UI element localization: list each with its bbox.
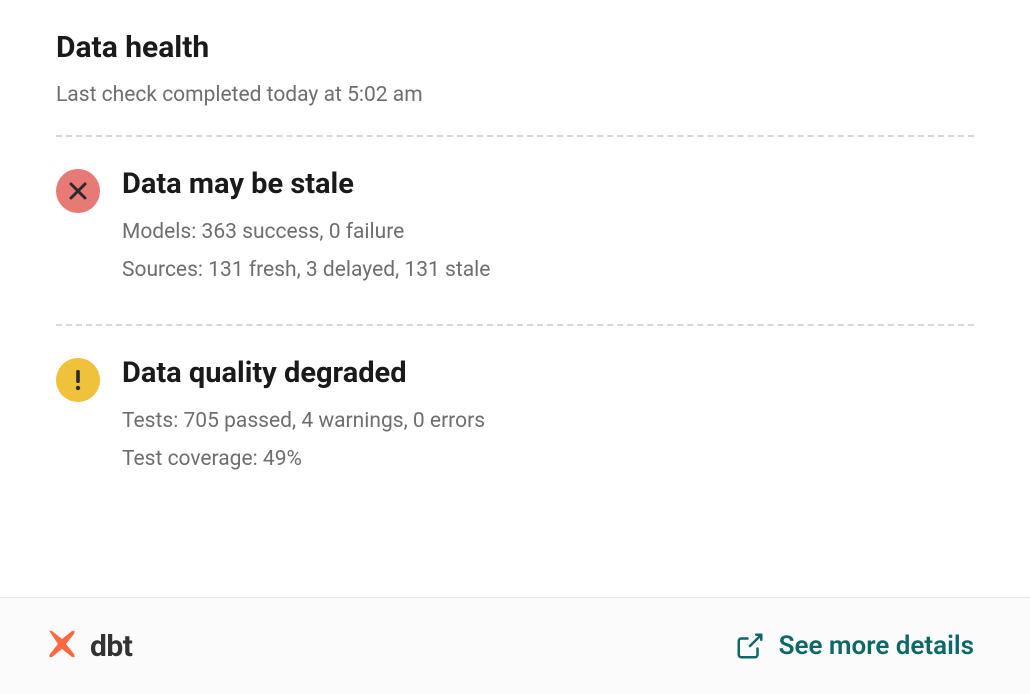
freshness-sources-line: Sources: 131 fresh, 3 delayed, 131 stale (122, 258, 974, 282)
card-content: Data health Last check completed today a… (0, 0, 1030, 597)
card-footer: dbt See more details (0, 597, 1030, 694)
quality-section: Data quality degraded Tests: 705 passed,… (56, 326, 974, 513)
see-more-label: See more details (779, 631, 974, 661)
external-link-icon (735, 631, 765, 661)
brand: dbt (44, 626, 132, 666)
freshness-title: Data may be stale (122, 167, 974, 202)
freshness-body: Data may be stale Models: 363 success, 0… (122, 167, 974, 296)
quality-body: Data quality degraded Tests: 705 passed,… (122, 356, 974, 485)
freshness-models-line: Models: 363 success, 0 failure (122, 220, 974, 244)
data-health-card: Data health Last check completed today a… (0, 0, 1030, 694)
see-more-details-link[interactable]: See more details (735, 631, 974, 661)
freshness-section: Data may be stale Models: 363 success, 0… (56, 137, 974, 324)
warning-icon (56, 358, 100, 402)
dbt-logo-icon (44, 626, 80, 666)
quality-coverage-line: Test coverage: 49% (122, 447, 974, 471)
error-icon (56, 169, 100, 213)
quality-title: Data quality degraded (122, 356, 974, 391)
brand-name: dbt (90, 629, 132, 664)
page-title: Data health (56, 30, 974, 65)
last-check-text: Last check completed today at 5:02 am (56, 83, 974, 107)
quality-tests-line: Tests: 705 passed, 4 warnings, 0 errors (122, 409, 974, 433)
